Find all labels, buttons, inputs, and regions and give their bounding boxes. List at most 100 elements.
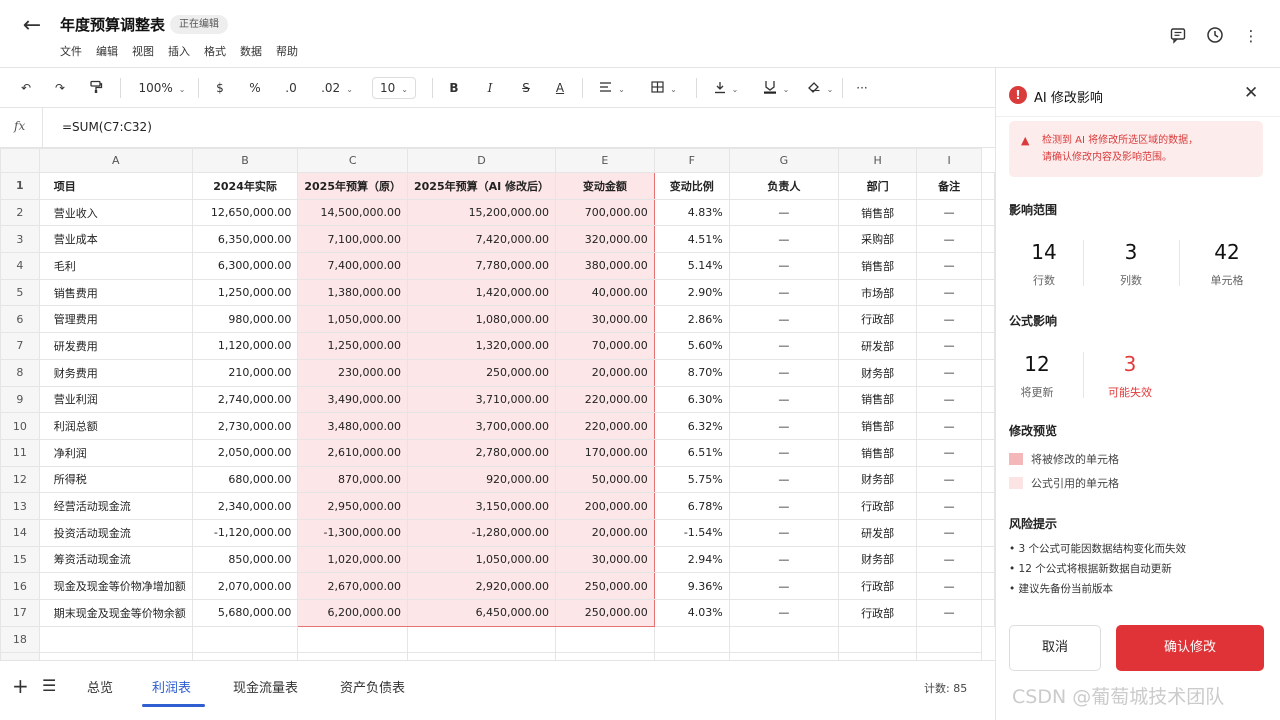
row-number[interactable]: 15 <box>0 545 40 574</box>
cell[interactable]: — <box>728 385 840 414</box>
cell[interactable]: — <box>916 465 982 494</box>
row-number[interactable]: 6 <box>0 305 40 334</box>
cell[interactable]: 2,070,000.00 <box>191 572 299 600</box>
column-header-h[interactable]: H <box>838 148 918 173</box>
cell[interactable]: 70,000.00 <box>555 332 655 360</box>
cell[interactable]: — <box>728 599 840 627</box>
cell[interactable]: 2025年预算（原） <box>297 172 408 200</box>
cell[interactable]: 7,420,000.00 <box>406 225 557 254</box>
cell[interactable]: 6.32% <box>653 412 730 440</box>
confirm-modify-button[interactable]: 确认修改 <box>1116 625 1264 671</box>
vertical-align-select[interactable]: ⌄ <box>708 76 744 100</box>
cell[interactable]: — <box>916 358 982 387</box>
cell[interactable]: 1,320,000.00 <box>406 332 557 360</box>
cell[interactable]: 870,000.00 <box>297 465 408 494</box>
row-number[interactable]: 4 <box>0 252 40 280</box>
cell[interactable]: 销售部 <box>838 412 918 440</box>
paint-format-icon[interactable] <box>84 76 108 100</box>
cell[interactable] <box>981 599 995 627</box>
cell[interactable]: 4.51% <box>653 225 730 254</box>
cell[interactable] <box>981 332 995 360</box>
cell[interactable] <box>555 652 655 660</box>
cell[interactable] <box>981 492 995 520</box>
column-header-i[interactable]: I <box>916 148 982 173</box>
cell[interactable] <box>981 518 995 547</box>
cell[interactable]: 9.36% <box>653 572 730 600</box>
row-number[interactable]: 16 <box>0 572 40 600</box>
cell[interactable]: — <box>916 492 982 520</box>
currency-format-button[interactable]: $ <box>210 76 230 100</box>
cell[interactable] <box>981 305 995 334</box>
cell[interactable]: 5.60% <box>653 332 730 360</box>
cell[interactable]: — <box>728 492 840 520</box>
cell[interactable]: 250,000.00 <box>555 572 655 600</box>
cell[interactable]: 备注 <box>916 172 982 200</box>
cell[interactable]: — <box>728 572 840 600</box>
cell[interactable]: 2.94% <box>653 545 730 574</box>
cell[interactable]: — <box>916 198 982 227</box>
cell[interactable]: 2,340,000.00 <box>191 492 299 520</box>
add-sheet-icon[interactable]: + <box>12 674 29 698</box>
cell[interactable]: — <box>728 225 840 254</box>
cell[interactable] <box>916 625 982 654</box>
cell[interactable] <box>838 625 918 654</box>
cell[interactable]: 12,650,000.00 <box>191 198 299 227</box>
cell[interactable] <box>38 652 193 660</box>
cell[interactable]: 1,420,000.00 <box>406 278 557 307</box>
cell[interactable]: — <box>728 438 840 467</box>
cell[interactable]: 销售部 <box>838 438 918 467</box>
cell[interactable]: 5,680,000.00 <box>191 599 299 627</box>
cell[interactable]: 营业利润 <box>38 385 193 414</box>
cell[interactable]: — <box>916 305 982 334</box>
cell[interactable]: 行政部 <box>838 572 918 600</box>
row-number[interactable]: 2 <box>0 198 40 227</box>
cell[interactable]: 2,920,000.00 <box>406 572 557 600</box>
cell[interactable]: 6.78% <box>653 492 730 520</box>
cell[interactable]: — <box>728 198 840 227</box>
row-number[interactable]: 12 <box>0 465 40 494</box>
row-number[interactable]: 19 <box>0 652 40 660</box>
cell[interactable]: 1,050,000.00 <box>297 305 408 334</box>
cell[interactable]: 财务部 <box>838 545 918 574</box>
cell[interactable]: — <box>728 518 840 547</box>
cell[interactable]: — <box>916 545 982 574</box>
cell[interactable]: -1,300,000.00 <box>297 518 408 547</box>
formula-input[interactable]: =SUM(C7:C32) <box>62 120 152 134</box>
fill-color-select[interactable]: ⌄ <box>758 76 794 100</box>
cell[interactable]: 2024年实际 <box>191 172 299 200</box>
font-size-select[interactable]: 10 ⌄ <box>372 77 416 99</box>
cell[interactable]: 负责人 <box>728 172 840 200</box>
cell[interactable]: 1,080,000.00 <box>406 305 557 334</box>
row-number[interactable]: 18 <box>0 625 40 654</box>
cell[interactable]: 980,000.00 <box>191 305 299 334</box>
zoom-select[interactable]: 100% ⌄ <box>134 76 190 100</box>
cell[interactable] <box>191 625 299 654</box>
cell[interactable]: — <box>916 572 982 600</box>
cell[interactable] <box>406 652 557 660</box>
bold-button[interactable]: B <box>444 76 464 100</box>
cell[interactable]: 财务部 <box>838 465 918 494</box>
cell[interactable]: 20,000.00 <box>555 518 655 547</box>
cell[interactable]: 30,000.00 <box>555 305 655 334</box>
cell[interactable]: 变动金额 <box>555 172 655 200</box>
cell[interactable]: 6,300,000.00 <box>191 252 299 280</box>
row-number[interactable]: 10 <box>0 412 40 440</box>
cell[interactable] <box>981 438 995 467</box>
cell[interactable]: 所得税 <box>38 465 193 494</box>
cell[interactable]: 3,700,000.00 <box>406 412 557 440</box>
cell[interactable]: — <box>916 412 982 440</box>
cell[interactable]: 2,050,000.00 <box>191 438 299 467</box>
cell[interactable]: — <box>916 278 982 307</box>
cell[interactable]: 1,250,000.00 <box>297 332 408 360</box>
cell[interactable]: 7,780,000.00 <box>406 252 557 280</box>
cell[interactable]: — <box>728 412 840 440</box>
cell[interactable]: — <box>728 332 840 360</box>
back-arrow-icon[interactable]: ← <box>18 13 46 41</box>
cell[interactable]: 变动比例 <box>653 172 730 200</box>
cell[interactable]: 管理费用 <box>38 305 193 334</box>
cell[interactable]: — <box>916 599 982 627</box>
cell[interactable]: 850,000.00 <box>191 545 299 574</box>
cell[interactable] <box>728 652 840 660</box>
cell[interactable]: 2,780,000.00 <box>406 438 557 467</box>
cell[interactable]: 1,120,000.00 <box>191 332 299 360</box>
